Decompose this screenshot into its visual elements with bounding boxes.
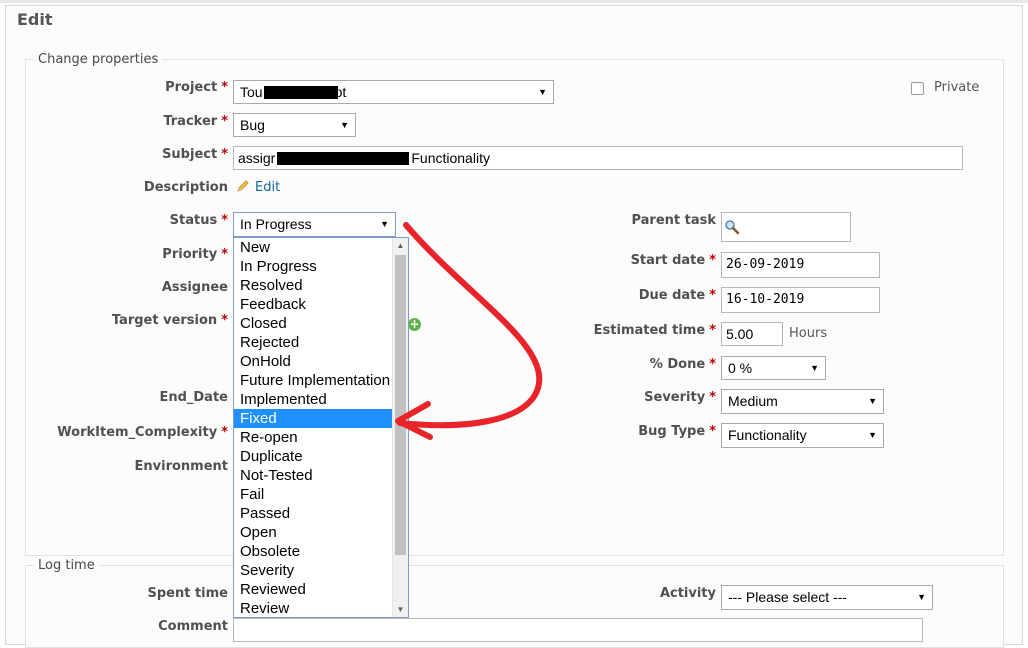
red-arrow-annotation bbox=[395, 222, 543, 440]
